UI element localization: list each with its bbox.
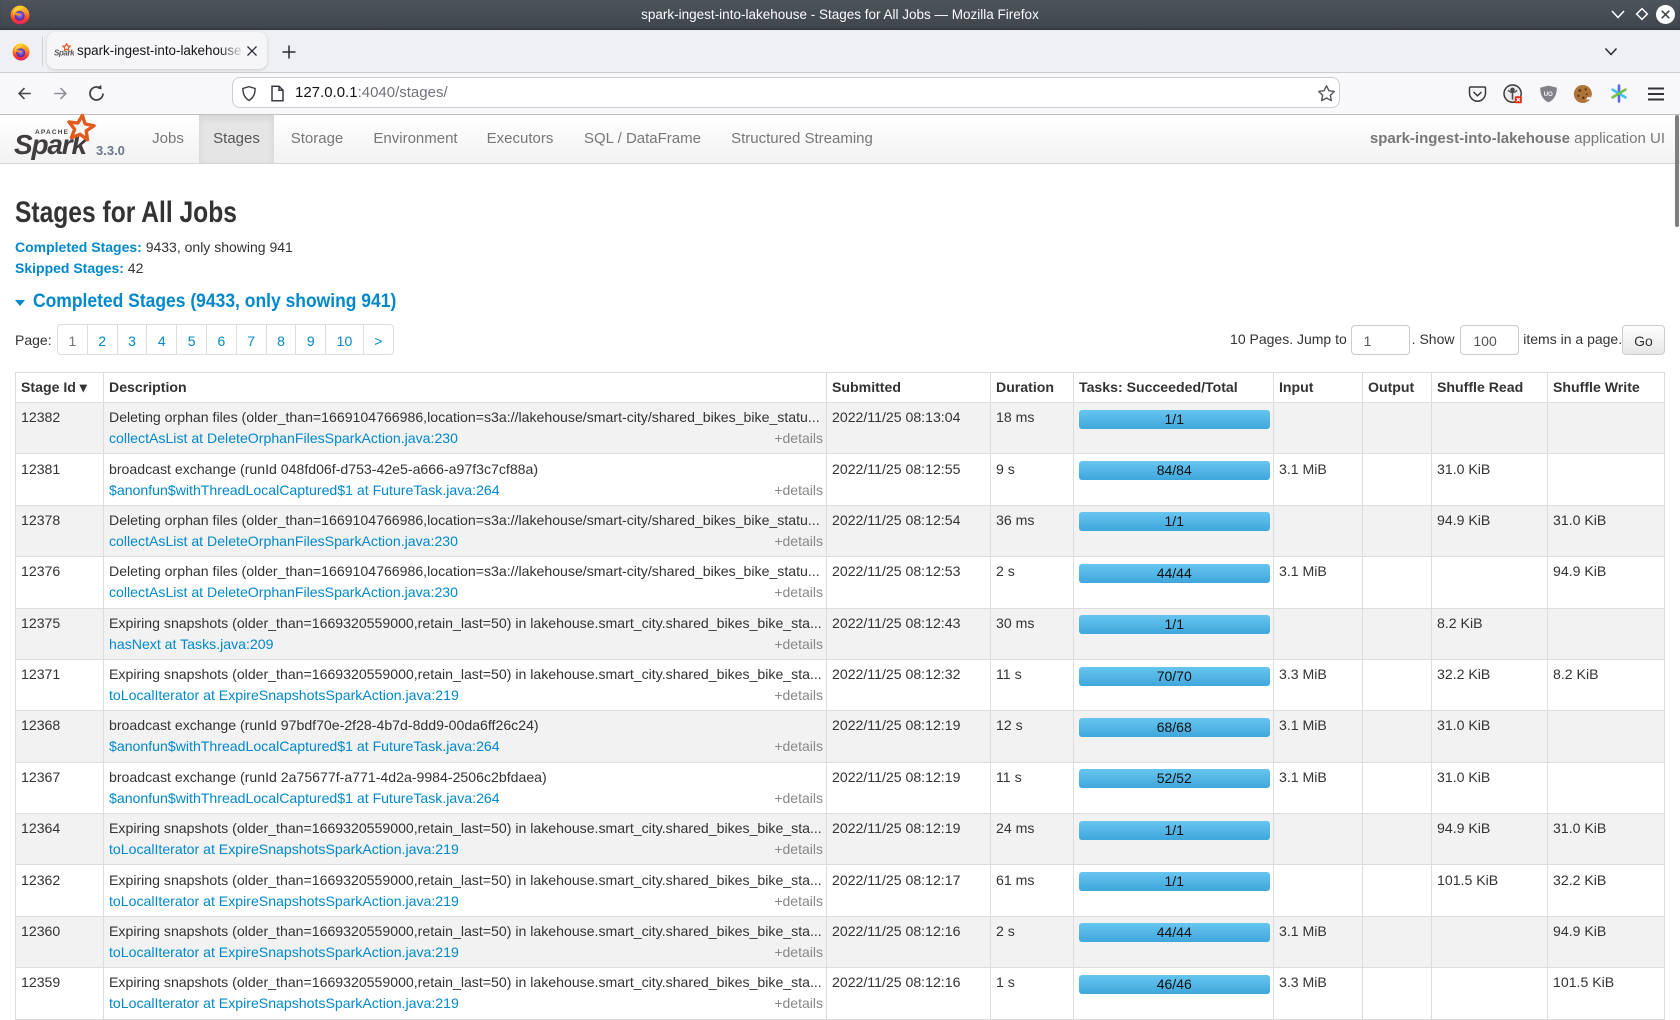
svg-text:UO: UO — [1544, 91, 1553, 98]
svg-text:Spark: Spark — [54, 49, 74, 58]
